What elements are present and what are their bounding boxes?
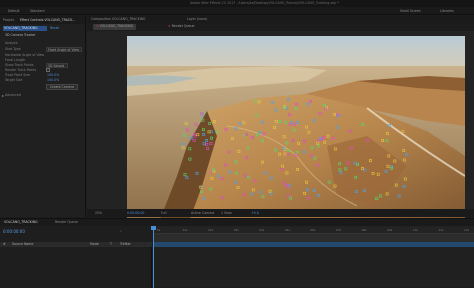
- create-camera-button[interactable]: Create Camera: [46, 84, 78, 90]
- comp-label[interactable]: VOLCANO_TRACKING: [3, 26, 47, 31]
- row-target-size-label: Target Size: [5, 78, 23, 82]
- row-show-track-points-label: Show Track Points: [5, 63, 34, 67]
- comp-tab-render-queue[interactable]: ×Render Queue: [165, 24, 198, 30]
- ruler-tick-label: 05s: [284, 228, 290, 232]
- tab-project[interactable]: Project: [3, 18, 14, 22]
- composition-viewer-panel: Composition VOLCANO_TRACKING Layer (none…: [87, 16, 474, 227]
- resolution-dropdown[interactable]: Full: [161, 211, 166, 215]
- ruler-tick-label: 11s: [438, 228, 444, 232]
- viewer-image[interactable]: [127, 36, 465, 227]
- magnification-dropdown[interactable]: 25%: [95, 211, 102, 215]
- workspace-bar: Default Standard Small Screen Libraries: [0, 7, 474, 15]
- disclosure-triangle-icon[interactable]: ▸: [2, 93, 4, 98]
- menu-item-standard[interactable]: Standard: [30, 9, 45, 13]
- timeline-timecode[interactable]: 0:00:00:00: [3, 229, 25, 234]
- effect-controls-panel: Project Effect Controls VOLCANO_TRACK...…: [0, 16, 86, 217]
- render-track-points-checkbox[interactable]: [46, 68, 50, 72]
- shot-type-dropdown[interactable]: Fixed Angle of View: [46, 47, 82, 52]
- ruler-tick-label: 0s: [157, 228, 161, 232]
- track-point-size-value[interactable]: 100.0%: [47, 73, 59, 77]
- timeline-panel: VOLCANO_TRACKING Render Queue 0:00:00:00…: [0, 218, 474, 288]
- ruler-tick-label: 12s: [464, 228, 470, 232]
- search-icon[interactable]: ⌕: [120, 229, 122, 233]
- col-source-name: Source Name: [12, 242, 34, 246]
- comp-tab-label: Render Queue: [171, 24, 195, 28]
- menu-item-libraries[interactable]: Libraries: [440, 9, 454, 13]
- viewer-footer: 25% 0:00:00:00 Full Active Camera 1 View…: [87, 209, 474, 217]
- left-panel-tabs: Project Effect Controls VOLCANO_TRACK...: [0, 16, 85, 24]
- close-icon[interactable]: ×: [96, 24, 99, 28]
- current-time-display[interactable]: 0:00:00:00: [127, 211, 144, 215]
- layer-duration-bar[interactable]: [153, 242, 474, 247]
- ruler-tick-label: 10s: [412, 228, 418, 232]
- timeline-tabs: VOLCANO_TRACKING Render Queue: [0, 219, 474, 226]
- timeline-tab-render-queue[interactable]: Render Queue: [55, 220, 78, 224]
- exposure-value[interactable]: +0.0: [251, 211, 259, 215]
- playhead[interactable]: [153, 226, 154, 288]
- tab-composition[interactable]: Composition VOLCANO_TRACKING: [91, 17, 146, 21]
- ruler-tick-label: 08s: [361, 228, 367, 232]
- ruler-tick-label: 07s: [336, 228, 342, 232]
- viewer-panel-tabs: Composition VOLCANO_TRACKING Layer (none…: [87, 16, 474, 23]
- advanced-section-label[interactable]: Advanced: [5, 93, 21, 97]
- camera-view-dropdown[interactable]: Active Camera: [191, 211, 214, 215]
- menu-item-default[interactable]: Default: [8, 9, 20, 13]
- row-shot-type-label: Shot Type: [5, 47, 21, 51]
- reset-link[interactable]: Reset: [50, 26, 59, 30]
- menu-item-small-screen[interactable]: Small Screen: [400, 9, 421, 13]
- ruler-tick-label: 02s: [208, 228, 214, 232]
- effect-name[interactable]: 3D Camera Tracker: [5, 33, 36, 37]
- row-horizontal-aov-label: Horizontal Angle of View: [5, 53, 45, 57]
- layer-list: [0, 247, 152, 288]
- window-title: Adobe After Effects CC 2017 - /Users/ae/…: [190, 1, 339, 5]
- tab-layer[interactable]: Layer (none): [187, 17, 207, 21]
- row-track-point-size-label: Track Point Size: [5, 73, 30, 77]
- row-focal-length-label: Focal Length: [5, 58, 26, 62]
- composition-tabs: ×VOLCANO_TRACKING ×Render Queue: [87, 23, 474, 31]
- aerial-canyon-image: [127, 36, 465, 227]
- tab-effect-controls[interactable]: Effect Controls VOLCANO_TRACK...: [20, 18, 75, 22]
- comp-tab-label: VOLCANO_TRACKING: [99, 24, 134, 28]
- ruler-tick-label: 01s: [182, 228, 188, 232]
- title-bar: Adobe After Effects CC 2017 - /Users/ae/…: [0, 0, 474, 7]
- col-index: #: [3, 242, 6, 246]
- close-icon[interactable]: ×: [168, 24, 171, 28]
- row-render-track-points-label: Render Track Points: [5, 68, 37, 72]
- time-ruler[interactable]: 0s 01s 02s 03s 04s 05s 06s 07s 08s 09s 10s 11s 12s: [153, 226, 474, 234]
- ruler-tick-label: 06s: [310, 228, 316, 232]
- comp-tab-volcano[interactable]: ×VOLCANO_TRACKING: [93, 24, 137, 30]
- timeline-tab-volcano[interactable]: VOLCANO_TRACKING: [4, 220, 38, 224]
- ruler-tick-label: 04s: [259, 228, 265, 232]
- work-area-bar[interactable]: [153, 234, 474, 242]
- view-layout-dropdown[interactable]: 1 View: [221, 211, 232, 215]
- col-trkmat: TrkMat: [120, 242, 131, 246]
- col-mode: Mode: [90, 242, 99, 246]
- col-t: T: [110, 242, 112, 246]
- ruler-tick-label: 03s: [233, 228, 239, 232]
- target-size-value[interactable]: 100.0%: [47, 78, 59, 82]
- row-analyze-label: Analyze: [5, 41, 18, 45]
- ruler-tick-label: 09s: [387, 228, 393, 232]
